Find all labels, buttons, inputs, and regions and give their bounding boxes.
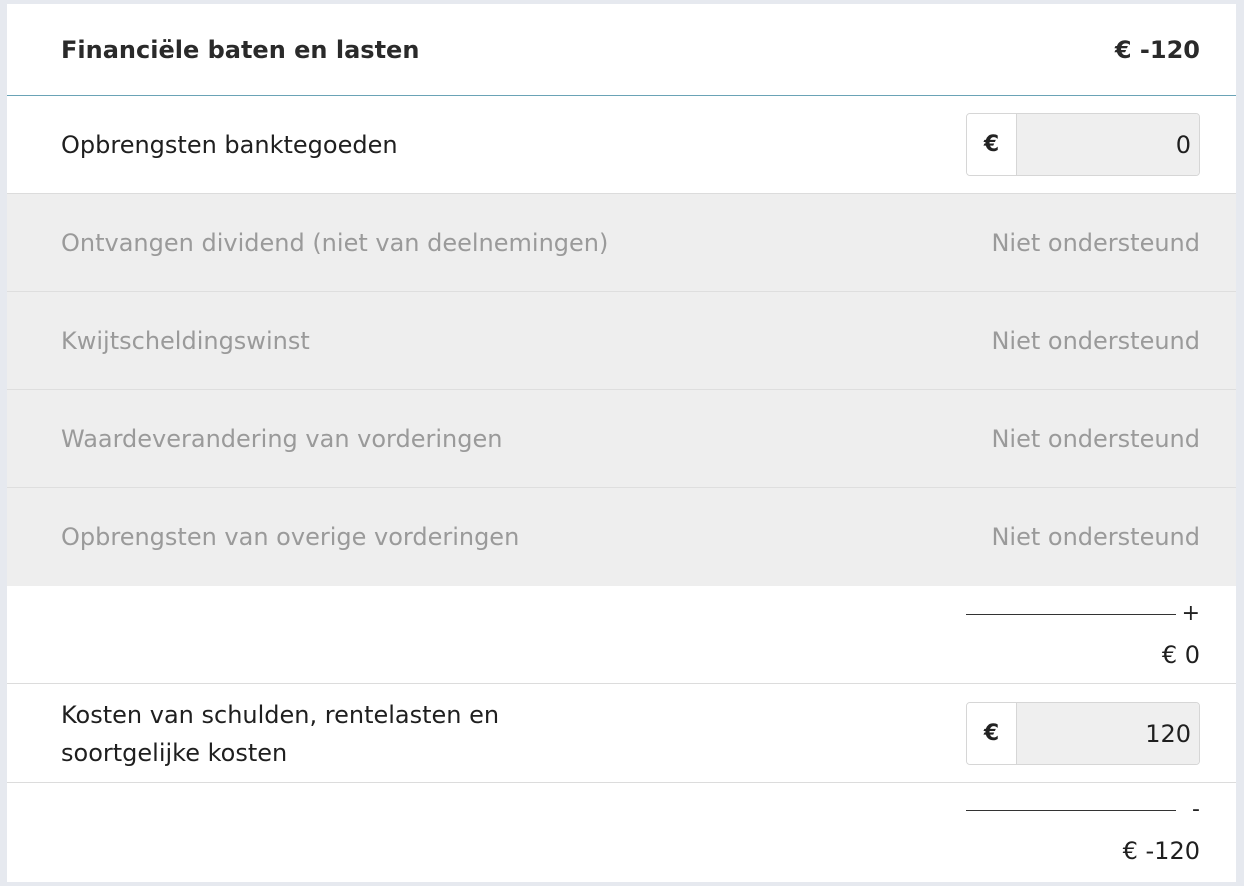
section-total: € -120 <box>1114 36 1200 64</box>
subtotal-line <box>966 614 1176 615</box>
bank-income-label: Opbrengsten banktegoeden <box>61 131 398 159</box>
debt-costs-input[interactable] <box>1017 703 1199 764</box>
subtotal-line <box>966 810 1176 811</box>
euro-prefix: € <box>967 703 1017 764</box>
bank-income-input-group: € <box>966 113 1200 176</box>
subtotal-plus-operator: + <box>1181 601 1200 626</box>
dividend-label: Ontvangen dividend (niet van deelneminge… <box>61 229 609 257</box>
subtotal-income: + € 0 <box>7 586 1236 684</box>
subtotal-minus-operator: - <box>1192 797 1200 822</box>
debt-costs-label-line1: Kosten van schulden, rentelasten en <box>61 701 500 729</box>
row-debt-costs: Kosten van schulden, rentelasten en soor… <box>7 685 1236 783</box>
receivables-change-status: Niet ondersteund <box>991 425 1200 453</box>
row-dividend: Ontvangen dividend (niet van deelneminge… <box>7 194 1236 292</box>
other-receivables-label: Opbrengsten van overige vorderingen <box>61 523 520 551</box>
debt-costs-input-group: € <box>966 702 1200 765</box>
euro-prefix: € <box>967 114 1017 175</box>
bank-income-input[interactable] <box>1017 114 1199 175</box>
section-header: Financiële baten en lasten € -120 <box>7 4 1236 96</box>
subtotal-total: - € -120 <box>7 784 1236 882</box>
dividend-status: Niet ondersteund <box>991 229 1200 257</box>
debt-relief-label: Kwijtscheldingswinst <box>61 327 310 355</box>
receivables-change-label: Waardeverandering van vorderingen <box>61 425 503 453</box>
other-receivables-status: Niet ondersteund <box>991 523 1200 551</box>
debt-relief-status: Niet ondersteund <box>991 327 1200 355</box>
row-other-receivables: Opbrengsten van overige vorderingen Niet… <box>7 488 1236 586</box>
section-title: Financiële baten en lasten <box>61 36 420 64</box>
row-bank-income: Opbrengsten banktegoeden € <box>7 96 1236 194</box>
subtotal-total-value: € -120 <box>1122 837 1200 865</box>
financial-income-expenses-panel: Financiële baten en lasten € -120 Opbren… <box>7 4 1236 882</box>
subtotal-income-value: € 0 <box>1161 641 1200 669</box>
row-receivables-change: Waardeverandering van vorderingen Niet o… <box>7 390 1236 488</box>
debt-costs-label-line2: soortgelijke kosten <box>61 739 288 767</box>
row-debt-relief: Kwijtscheldingswinst Niet ondersteund <box>7 292 1236 390</box>
